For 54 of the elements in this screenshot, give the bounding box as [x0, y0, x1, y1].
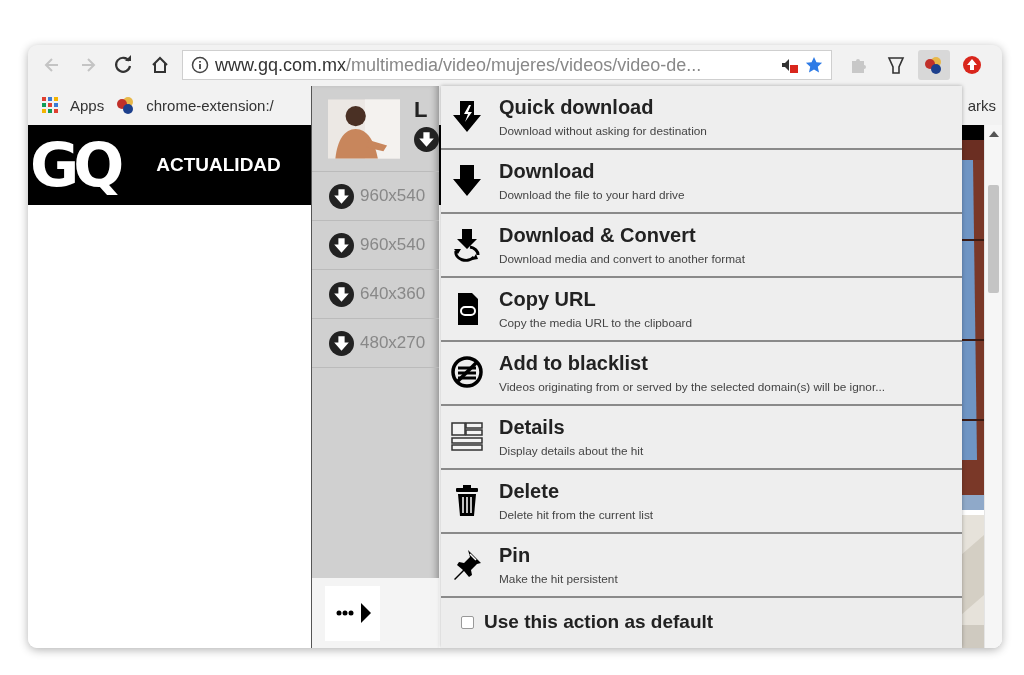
home-icon	[150, 55, 170, 75]
action-description: Make the hit persistent	[499, 572, 618, 586]
action-item[interactable]: Copy URL Copy the media URL to the clipboard	[441, 278, 962, 342]
action-item[interactable]: Add to blacklist Videos originating from or served by the selected domain(s) will be ignor...	[441, 342, 962, 406]
action-title: Add to blacklist	[499, 352, 649, 375]
balls-icon	[924, 55, 944, 75]
upload-icon	[962, 55, 982, 75]
action-item[interactable]: Quick download Download without asking for destination	[441, 86, 962, 150]
apps-grid-icon	[40, 95, 60, 115]
action-title: Details	[499, 416, 566, 439]
star-icon[interactable]	[805, 56, 823, 74]
action-description: Copy the media URL to the clipboard	[499, 316, 692, 330]
bookmarks-button[interactable]: arks	[967, 96, 996, 114]
blocked-icon	[449, 355, 485, 391]
header-bar	[961, 125, 984, 140]
more-button[interactable]	[325, 585, 380, 641]
action-title: Pin	[499, 544, 532, 567]
action-item[interactable]: Download & Convert Download media and convert to another format	[441, 214, 962, 278]
download-icon	[329, 330, 354, 356]
action-item[interactable]: Details Display details about the hit	[441, 406, 962, 470]
action-description: Display details about the hit	[499, 444, 644, 458]
scroll-up-icon[interactable]	[988, 131, 999, 137]
download-icon	[329, 183, 354, 209]
action-title: Download & Convert	[499, 224, 697, 247]
action-description: Download without asking for destination	[499, 124, 707, 138]
nav-link[interactable]: ACTUALIDAD	[156, 154, 281, 176]
download-icon	[329, 281, 354, 307]
site-logo[interactable]: GQ	[30, 130, 119, 200]
bookmark-item[interactable]: Apps	[40, 95, 109, 115]
scrollbar[interactable]	[984, 125, 1002, 648]
action-item[interactable]: Download Download the file to your hard drive	[441, 150, 962, 214]
address-bar[interactable]: www.gq.com.mx/multimedia/video/mujeres/videos/video-de...	[182, 50, 832, 80]
balls-extension-button[interactable]	[918, 50, 950, 80]
action-title: Copy URL	[499, 288, 597, 311]
action-title: Quick download	[499, 96, 655, 119]
action-description: Download the file to your hard drive	[499, 188, 685, 202]
action-item[interactable]: Delete Delete hit from the current list	[441, 470, 962, 534]
download-icon	[329, 232, 354, 258]
default-checkbox[interactable]	[461, 615, 474, 629]
action-title: Download	[499, 160, 596, 183]
hit-title: L	[414, 97, 429, 123]
action-item[interactable]: Pin Make the hit persistent	[441, 534, 962, 598]
action-description: Delete hit from the current list	[499, 508, 654, 522]
url-text: www.gq.com.mx/multimedia/video/mujeres/videos/video-de...	[215, 54, 703, 76]
funnel-icon	[886, 55, 906, 75]
action-description: Download media and convert to another format	[499, 252, 745, 266]
info-icon	[191, 56, 209, 74]
action-description: Videos originating from or served by the selected domain(s) will be ignor...	[499, 380, 885, 394]
checkbox-label: Use this action as default	[484, 611, 714, 633]
reload-icon	[114, 55, 134, 75]
action-title: Delete	[499, 480, 561, 503]
download-icon	[414, 127, 439, 152]
scroll-thumb[interactable]	[988, 185, 999, 293]
bookmark-item[interactable]: chrome-extension:/	[116, 95, 278, 115]
